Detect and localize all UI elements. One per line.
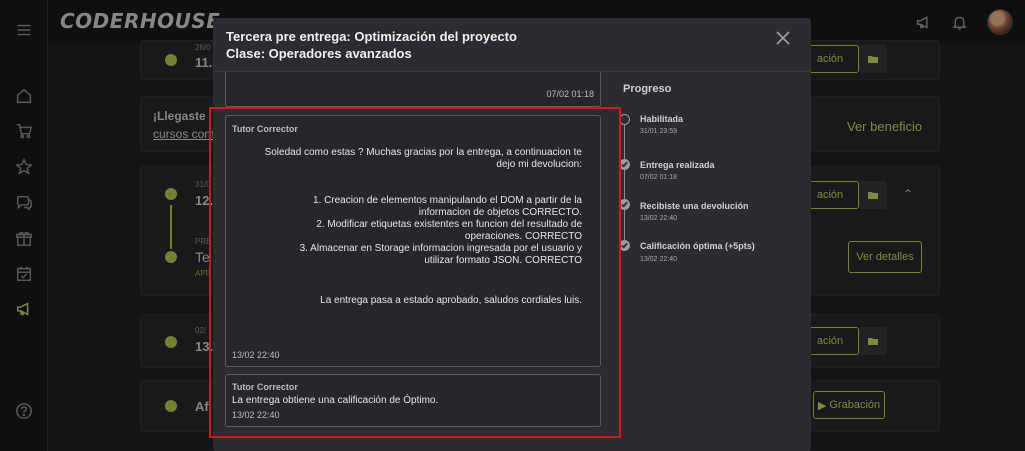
progress-step-label: Entrega realizada [640, 160, 715, 170]
progress-step-time: 13/02 22:40 [640, 256, 677, 263]
modal-title: Tercera pre entrega: Optimización del pr… [226, 29, 517, 44]
progress-title: Progreso [623, 83, 672, 95]
message-time: 07/02 01:18 [546, 89, 594, 99]
progress-step-label: Habilitada [640, 114, 684, 124]
progress-step-time: 31/01 23:59 [640, 128, 677, 135]
progress-step-time: 07/02 01:18 [640, 174, 677, 181]
modal-header: Tercera pre entrega: Optimización del pr… [213, 18, 811, 72]
modal-subtitle: Clase: Operadores avanzados [226, 46, 412, 61]
progress-step-label: Recibiste una devolución [640, 201, 749, 211]
highlight-box [209, 107, 621, 438]
progress-line [624, 120, 625, 247]
previous-message-card: 07/02 01:18 [225, 72, 601, 107]
progress-step-label: Calificación óptima (+5pts) [640, 241, 755, 251]
close-icon[interactable] [775, 30, 791, 46]
progress-step-time: 13/02 22:40 [640, 215, 677, 222]
